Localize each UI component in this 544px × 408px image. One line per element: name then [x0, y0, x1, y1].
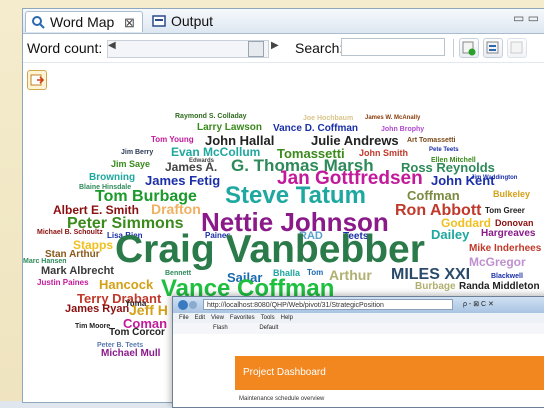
word-cloud-word[interactable]: James A.: [165, 161, 217, 173]
browser-menu-item[interactable]: Edit: [195, 315, 205, 321]
word-cloud-word[interactable]: Larry Lawson: [197, 123, 262, 133]
word-cloud-word[interactable]: Michael Mull: [101, 349, 160, 359]
disabled-icon: [510, 41, 523, 54]
browser-menu-item[interactable]: Favorites: [230, 315, 255, 321]
word-cloud-word[interactable]: Mark Albrecht: [41, 266, 114, 277]
word-cloud-word[interactable]: Tom Corcor: [109, 328, 165, 338]
filter-icon: [486, 41, 499, 54]
word-cloud-word[interactable]: Craig Vanbebber: [115, 230, 425, 269]
word-count-slider[interactable]: ◀: [107, 40, 269, 58]
word-cloud-word[interactable]: James Ryan: [65, 304, 129, 315]
word-cloud-word[interactable]: Drafton: [151, 202, 201, 216]
word-cloud-word[interactable]: Raymond S. Colladay: [175, 113, 247, 120]
word-map-icon: [32, 16, 45, 29]
browser-menu-item[interactable]: View: [211, 315, 224, 321]
word-cloud-word[interactable]: Jeff H: [129, 303, 168, 317]
word-cloud-word[interactable]: Jim Berry: [121, 149, 153, 156]
search-label: Search:: [295, 40, 344, 56]
word-cloud-word[interactable]: Burbage: [415, 282, 456, 292]
word-cloud-word[interactable]: James Fetig: [145, 174, 220, 187]
browser-window: http://localhost:8080/QHP/Web/pivot/31/S…: [172, 296, 544, 408]
word-cloud-word[interactable]: McGregor: [469, 256, 526, 268]
browser-page: Project Dashboard Maintenance schedule o…: [173, 334, 544, 407]
browser-menu-item[interactable]: Tools: [261, 315, 275, 321]
slider-left-arrow-icon[interactable]: ◀: [108, 40, 116, 51]
word-cloud-word[interactable]: Tom Greer: [485, 207, 525, 215]
word-cloud-word[interactable]: Randa Middleton: [459, 282, 540, 292]
word-cloud-word[interactable]: Hargreaves: [481, 229, 535, 239]
word-count-label: Word count:: [27, 40, 103, 56]
settings-button[interactable]: [483, 38, 503, 58]
tab-word-map-label: Word Map: [50, 14, 115, 30]
address-bar[interactable]: http://localhost:8080/QHP/Web/pivot/31/S…: [203, 299, 453, 310]
browser-menu-bar: File Edit View Favorites Tools Help: [173, 313, 544, 323]
refresh-map-button[interactable]: [459, 38, 479, 58]
default-dropdown[interactable]: Default: [259, 325, 278, 331]
flash-dropdown[interactable]: Flash: [213, 325, 228, 331]
word-cloud-word[interactable]: Tim Moore: [75, 323, 110, 330]
word-cloud-word[interactable]: Jim Waddington: [471, 175, 517, 181]
browser-titlebar: http://localhost:8080/QHP/Web/pivot/31/S…: [173, 297, 544, 313]
word-cloud-word[interactable]: Blackwell: [491, 273, 523, 280]
word-cloud-word[interactable]: Tom Young: [151, 136, 194, 144]
address-actions[interactable]: ρ - ⊠ C ✕: [463, 300, 494, 308]
word-map-toolbar: Word count: ◀ ▶ Search:: [23, 34, 544, 63]
browser-menu-item[interactable]: File: [179, 315, 189, 321]
word-cloud-word[interactable]: Dailey: [431, 228, 469, 241]
word-cloud-word[interactable]: James W. McAnally: [365, 115, 420, 121]
word-cloud-word[interactable]: Art Tomassetti: [407, 137, 456, 144]
tab-output[interactable]: Output: [147, 11, 241, 32]
refresh-icon: [462, 41, 476, 56]
word-cloud-word[interactable]: Jim Saye: [111, 160, 150, 169]
slider-right-arrow-icon[interactable]: ▶: [271, 40, 279, 51]
browser-menu-item[interactable]: Help: [281, 315, 293, 321]
toolbar-separator: [453, 39, 454, 57]
back-forward-icon[interactable]: [177, 298, 199, 312]
word-cloud-word[interactable]: Donovan: [495, 219, 534, 228]
word-cloud-word[interactable]: Mike Inderhees: [469, 244, 541, 254]
word-cloud-word[interactable]: Arthur: [329, 268, 372, 282]
word-cloud-word[interactable]: John Brophy: [381, 126, 424, 133]
output-icon: [152, 15, 166, 27]
export-settings-button[interactable]: [507, 38, 527, 58]
slider-thumb[interactable]: [248, 41, 264, 57]
word-cloud-word[interactable]: Browning: [89, 173, 135, 183]
minimize-maximize-icon[interactable]: ▭ ▭: [513, 11, 539, 25]
close-icon[interactable]: ⊠: [124, 12, 135, 33]
word-cloud-word[interactable]: Pete Teets: [429, 147, 459, 153]
tab-output-label: Output: [171, 13, 214, 29]
dashboard-subtitle: Maintenance schedule overview: [239, 396, 325, 402]
word-cloud-word[interactable]: Coffman: [407, 189, 460, 202]
word-cloud-word[interactable]: Marc Hansen: [23, 258, 67, 265]
word-cloud-word[interactable]: Michael B. Schoultz: [37, 229, 103, 236]
dashboard-header: Project Dashboard: [235, 356, 544, 390]
word-cloud-word[interactable]: Steve Tatum: [225, 184, 366, 208]
search-input[interactable]: [341, 38, 445, 56]
word-cloud-word[interactable]: Joe Hochbaum: [303, 115, 353, 122]
view-tab-bar: Word Map ⊠ Output ▭ ▭: [23, 9, 544, 34]
word-cloud-word[interactable]: Justin Paines: [37, 279, 89, 287]
tab-word-map[interactable]: Word Map ⊠: [25, 11, 143, 32]
word-cloud-word[interactable]: Bulkeley: [493, 190, 530, 199]
word-cloud-word[interactable]: Hancock: [99, 278, 153, 291]
